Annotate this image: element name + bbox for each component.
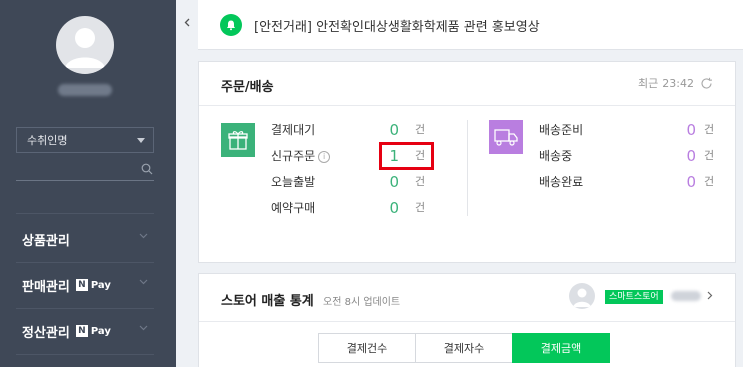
- delivery-row-preparing[interactable]: 배송준비 0 건: [539, 120, 729, 140]
- profile-avatar[interactable]: [56, 16, 114, 74]
- tab-payer-count[interactable]: 결제자수: [415, 333, 513, 363]
- card-title: 주문/배송: [221, 80, 274, 95]
- count-unit: 건: [415, 123, 426, 136]
- column-divider: [467, 120, 468, 216]
- chevron-down-icon: [139, 233, 148, 239]
- delivery-label: 배송중: [539, 149, 573, 163]
- tab-payment-amount[interactable]: 결제금액: [512, 333, 610, 363]
- order-row-today-dispatch[interactable]: 오늘출발 0 건: [271, 172, 441, 192]
- delivery-count[interactable]: 0: [666, 172, 696, 192]
- order-row-reservation[interactable]: 예약구매 0 건: [271, 198, 441, 218]
- refresh-status: 최근 23:42: [638, 75, 713, 91]
- menu-divider: [16, 213, 154, 214]
- count-unit: 건: [704, 149, 715, 162]
- order-label: 신규주문: [271, 149, 316, 163]
- npay-label: Pay: [90, 279, 111, 291]
- delivery-label: 배송완료: [539, 175, 584, 189]
- smartstore-badge: 스마트스토어: [605, 290, 663, 304]
- notice-text[interactable]: [안전거래] 안전확인대상생활화학제품 관련 홍보영상: [254, 16, 540, 35]
- order-delivery-card: 주문/배송 최근 23:42 결제대기 0 건 신규주문 i 1 건 오늘출발 0…: [198, 61, 736, 263]
- npay-n-icon: N: [75, 325, 88, 337]
- sidebar: 수취인명 상품관리 판매관리 N Pay 정산관리 N Pay: [0, 0, 176, 367]
- count-unit: 건: [704, 123, 715, 136]
- new-order-highlight-box: [379, 142, 434, 170]
- search-icon[interactable]: [141, 163, 153, 175]
- count-unit: 건: [704, 175, 715, 188]
- menu-divider: [16, 354, 154, 355]
- refresh-prefix: 최근: [638, 77, 659, 90]
- notice-bar[interactable]: [안전거래] 안전확인대상생활화학제품 관련 홍보영상: [198, 0, 743, 50]
- order-label: 예약구매: [271, 201, 316, 215]
- user-silhouette-icon: [65, 28, 105, 68]
- sidebar-item-label: 정산관리: [22, 325, 70, 341]
- sidebar-item-settlement[interactable]: 정산관리 N Pay: [0, 308, 176, 354]
- caret-down-icon: [137, 138, 145, 143]
- npay-n-icon: N: [75, 279, 88, 291]
- search-type-select[interactable]: 수취인명: [16, 127, 154, 153]
- delivery-count[interactable]: 0: [666, 120, 696, 140]
- info-icon[interactable]: i: [318, 151, 331, 163]
- sidebar-item-label: 상품관리: [22, 233, 70, 249]
- npay-badge: N Pay: [75, 325, 111, 337]
- store-sales-stats-card: 스토어 매출 통계 오전 8시 업데이트 스마트스토어 결제건수 결제자수 결제…: [198, 273, 736, 367]
- stats-tabs: 결제건수 결제자수 결제금액: [318, 333, 610, 363]
- store-avatar[interactable]: [569, 283, 595, 309]
- count-unit: 건: [415, 201, 426, 214]
- gift-icon: [221, 123, 255, 157]
- delivery-label: 배송준비: [539, 123, 584, 137]
- stats-title: 스토어 매출 통계: [221, 294, 314, 309]
- chevron-right-icon[interactable]: [707, 291, 713, 300]
- username-blurred: [58, 84, 112, 96]
- sidebar-item-product[interactable]: 상품관리: [0, 216, 176, 262]
- order-label: 오늘출발: [271, 175, 316, 189]
- sidebar-item-label: 판매관리: [22, 279, 70, 295]
- order-label: 결제대기: [271, 123, 316, 137]
- npay-label: Pay: [90, 325, 111, 337]
- order-count[interactable]: 0: [369, 198, 399, 218]
- refresh-icon[interactable]: [700, 77, 713, 90]
- refresh-time: 23:42: [662, 76, 694, 90]
- chevron-down-icon: [139, 279, 148, 285]
- tab-payment-count[interactable]: 결제건수: [318, 333, 416, 363]
- sidebar-collapse-bar: [176, 0, 198, 367]
- delivery-count[interactable]: 0: [666, 146, 696, 166]
- order-row-payment-pending[interactable]: 결제대기 0 건: [271, 120, 441, 140]
- user-silhouette-icon: [573, 288, 591, 307]
- chevron-down-icon: [139, 325, 148, 331]
- search-type-value: 수취인명: [27, 134, 68, 147]
- store-name-blurred: [671, 291, 701, 301]
- stats-divider: [199, 321, 735, 322]
- sidebar-item-sales[interactable]: 판매관리 N Pay: [0, 262, 176, 308]
- chevron-left-icon[interactable]: [184, 18, 190, 27]
- delivery-row-in-transit[interactable]: 배송중 0 건: [539, 146, 729, 166]
- truck-icon: [489, 120, 523, 154]
- delivery-row-completed[interactable]: 배송완료 0 건: [539, 172, 729, 192]
- npay-badge: N Pay: [75, 279, 111, 291]
- sidebar-search-input[interactable]: [16, 180, 154, 181]
- order-count[interactable]: 0: [369, 172, 399, 192]
- stats-update-note: 오전 8시 업데이트: [323, 297, 401, 308]
- count-unit: 건: [415, 175, 426, 188]
- order-count[interactable]: 0: [369, 120, 399, 140]
- notification-bell-icon: [220, 14, 242, 36]
- card-divider: [199, 105, 735, 106]
